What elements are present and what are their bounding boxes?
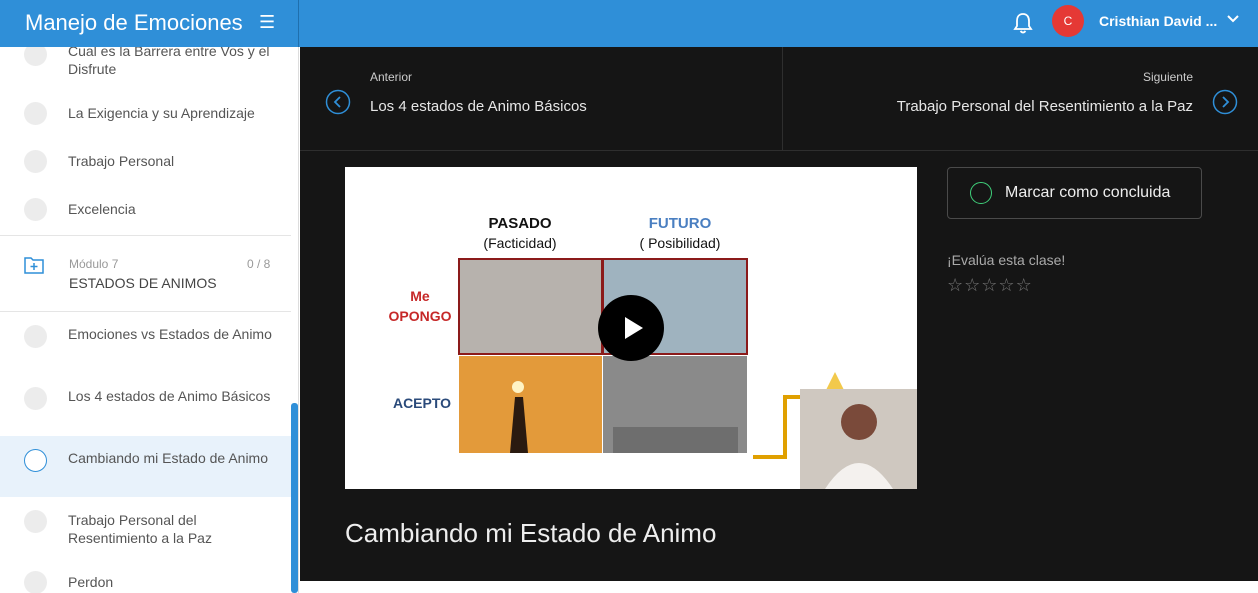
slide-col1-title: PASADO (488, 215, 551, 232)
brand: Manejo de Emociones ☰ (0, 0, 299, 47)
play-icon (625, 317, 643, 339)
star-icon[interactable]: ☆ (947, 275, 963, 295)
lesson-label: Trabajo Personal (68, 153, 175, 169)
menu-icon[interactable]: ☰ (259, 12, 275, 33)
chevron-right-icon[interactable] (1212, 89, 1238, 115)
lesson-status-icon (24, 198, 47, 221)
rate-lesson-text: ¡Evalúa esta clase! (947, 252, 1066, 268)
previous-lesson-title: Los 4 estados de Animo Básicos (370, 98, 587, 115)
complete-circle-icon (970, 182, 992, 204)
slide-row1-label-b: OPONGO (388, 308, 451, 324)
sidebar-lesson[interactable]: Cual es la Barrera entre Vos y el Disfru… (0, 47, 291, 93)
avatar[interactable]: C (1052, 5, 1084, 37)
lesson-navigation: Anterior Los 4 estados de Animo Básicos … (300, 47, 1258, 151)
lesson-title: Cambiando mi Estado de Animo (345, 518, 717, 548)
sidebar-lesson[interactable]: Emociones vs Estados de Animo (0, 313, 291, 373)
play-button[interactable] (598, 295, 664, 361)
sidebar-lesson[interactable]: Excelencia (0, 189, 291, 229)
lesson-main: Anterior Los 4 estados de Animo Básicos … (300, 47, 1258, 581)
slide-col2-sub: ( Posibilidad) (640, 235, 721, 251)
sidebar-lesson[interactable]: Los 4 estados de Animo Básicos (0, 375, 291, 435)
module-header[interactable]: Módulo 7 0 / 8 ESTADOS DE ANIMOS (0, 235, 291, 312)
folder-plus-icon (24, 257, 44, 274)
lesson-label: Los 4 estados de Animo Básicos (68, 388, 271, 404)
sidebar-lesson[interactable]: Perdon (0, 561, 291, 593)
sidebar-lesson[interactable]: La Exigencia y su Aprendizaje (0, 93, 291, 133)
previous-caption: Anterior (370, 70, 413, 84)
lesson-status-icon (24, 47, 47, 66)
lesson-status-icon (24, 325, 47, 348)
lesson-status-icon (24, 449, 47, 472)
lesson-label: Perdon (68, 574, 114, 590)
star-rating[interactable]: ☆☆☆☆☆ (947, 275, 1033, 296)
lesson-label: Excelencia (68, 201, 136, 217)
sidebar-scrollbar[interactable] (291, 403, 298, 593)
mark-complete-button[interactable]: Marcar como concluida (947, 167, 1202, 219)
star-icon[interactable]: ☆ (998, 275, 1014, 295)
slide-col1-sub: (Facticidad) (483, 235, 556, 251)
chevron-down-icon[interactable] (1226, 12, 1240, 26)
sidebar-lesson[interactable]: Trabajo Personal del Resentimiento a la … (0, 499, 291, 559)
lesson-label: Cual es la Barrera entre Vos y el Disfru… (68, 47, 270, 77)
slide-row1-label-a: Me (410, 288, 430, 304)
lesson-status-icon (24, 387, 47, 410)
video-player[interactable]: PASADO (Facticidad) FUTURO ( Posibilidad… (345, 167, 917, 489)
user-name[interactable]: Cristhian David ... (1099, 13, 1217, 29)
chevron-left-icon[interactable] (325, 89, 351, 115)
lesson-status-icon (24, 150, 47, 173)
star-icon[interactable]: ☆ (964, 275, 980, 295)
next-caption: Siguiente (1142, 70, 1193, 84)
lesson-label: La Exigencia y su Aprendizaje (68, 105, 255, 121)
module-name: ESTADOS DE ANIMOS (69, 275, 217, 291)
mark-complete-label: Marcar como concluida (1005, 184, 1171, 201)
sidebar-lesson-active[interactable]: Cambiando mi Estado de Animo (0, 436, 291, 497)
sidebar: Cual es la Barrera entre Vos y el Disfru… (0, 47, 299, 593)
module-progress: 0 / 8 (247, 257, 271, 271)
module-number: Módulo 7 (69, 257, 119, 271)
lesson-label: Trabajo Personal del Resentimiento a la … (68, 512, 212, 546)
top-bar: Manejo de Emociones ☰ C Cristhian David … (0, 0, 1258, 47)
star-icon[interactable]: ☆ (1016, 275, 1032, 295)
lesson-status-icon (24, 571, 47, 593)
slide-row2-label: ACEPTO (393, 395, 451, 411)
star-icon[interactable]: ☆ (981, 275, 997, 295)
course-title[interactable]: Manejo de Emociones (25, 10, 243, 36)
previous-lesson-link[interactable]: Anterior Los 4 estados de Animo Básicos (300, 47, 782, 151)
lesson-status-icon (24, 510, 47, 533)
slide-col2-title: FUTURO (649, 215, 712, 232)
bell-icon[interactable] (1012, 11, 1034, 35)
next-lesson-link[interactable]: Siguiente Trabajo Personal del Resentimi… (783, 47, 1258, 151)
lesson-status-icon (24, 102, 47, 125)
lesson-label: Emociones vs Estados de Animo (68, 326, 272, 342)
sidebar-lesson[interactable]: Trabajo Personal (0, 141, 291, 181)
lesson-label: Cambiando mi Estado de Animo (68, 450, 268, 466)
next-lesson-title: Trabajo Personal del Resentimiento a la … (896, 98, 1193, 115)
